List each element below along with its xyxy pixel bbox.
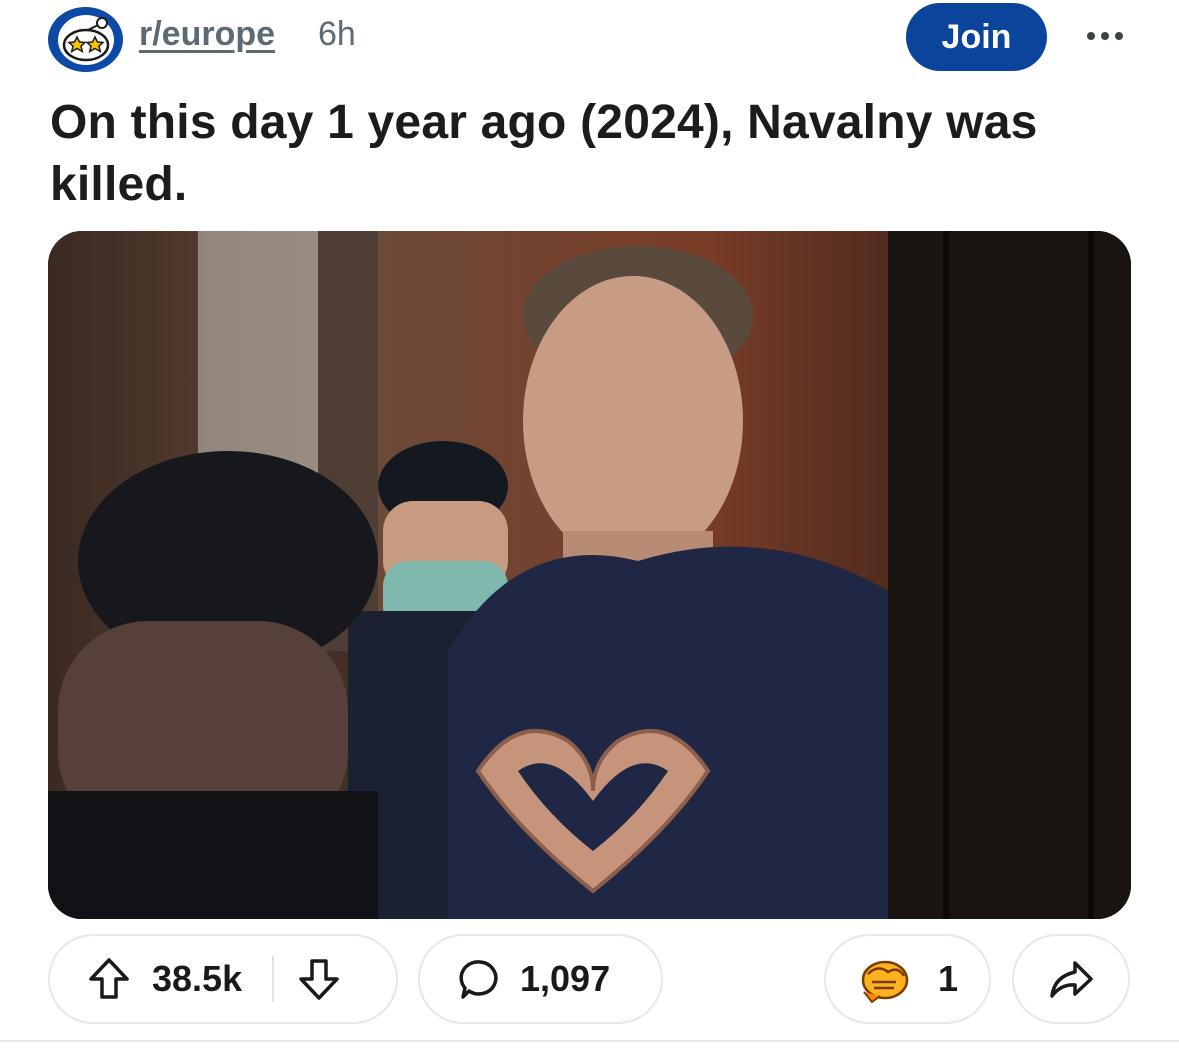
- share-arrow-icon: [1014, 936, 1128, 1022]
- vote-pill: 38.5k: [48, 934, 398, 1024]
- comments-button[interactable]: 1,097: [418, 934, 663, 1024]
- comment-count: 1,097: [520, 958, 611, 999]
- share-button[interactable]: [1012, 934, 1130, 1024]
- downvote-arrow-icon[interactable]: [286, 939, 352, 1019]
- award-button[interactable]: 1: [824, 934, 991, 1024]
- vote-divider: [272, 956, 275, 1002]
- upvote-arrow-icon[interactable]: [76, 939, 142, 1019]
- post-time: 6h: [318, 15, 356, 53]
- comment-bubble-icon: [454, 949, 506, 1009]
- feed-divider: [0, 1040, 1179, 1042]
- join-button[interactable]: Join: [906, 3, 1047, 71]
- subreddit-name-link[interactable]: r/europe: [139, 15, 275, 54]
- award-count: 1: [938, 958, 959, 999]
- post-title: On this day 1 year ago (2024), Navalny w…: [50, 96, 1038, 211]
- subreddit-avatar[interactable]: [48, 7, 123, 72]
- handshake-award-icon: [856, 949, 914, 1009]
- subreddit-snoo-icon: [57, 14, 114, 65]
- more-options-icon[interactable]: [1080, 16, 1130, 56]
- post-image[interactable]: [48, 231, 1131, 919]
- upvote-count: 38.5k: [152, 958, 243, 999]
